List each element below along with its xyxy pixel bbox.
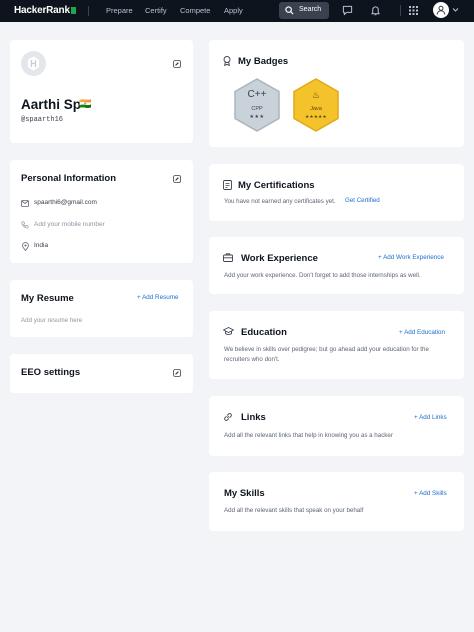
education-text: We believe in skills over pedigree; but …	[224, 346, 429, 363]
email-value: spaarthi6@gmail.com	[34, 199, 97, 206]
work-experience-title: Work Experience	[241, 253, 318, 264]
badge-java[interactable]: ♨ Java ★★★★★	[290, 77, 342, 133]
badge-cpp-symbol: C++	[247, 89, 267, 100]
links-title: Links	[241, 412, 266, 423]
location-pin-icon	[22, 242, 29, 251]
apps-grid-icon[interactable]	[409, 6, 418, 15]
profile-username: @spaarth16	[21, 116, 64, 124]
nav-divider	[88, 6, 89, 16]
user-icon	[436, 5, 446, 15]
phone-icon	[21, 221, 29, 229]
search-button[interactable]: Search	[279, 2, 329, 19]
eeo-settings-title: EEO settings	[21, 367, 81, 378]
work-experience-card: Work Experience + Add Work Experience Ad…	[209, 237, 464, 294]
personal-information-card: Personal Information spaarthi6@gmail.com…	[10, 160, 193, 263]
logo-mark	[70, 7, 76, 14]
education-title: Education	[241, 327, 287, 338]
badge-hexagon-cpp	[234, 78, 280, 132]
badge-medal-icon	[223, 56, 231, 66]
mobile-number-placeholder[interactable]: Add your mobile number	[34, 221, 105, 228]
badge-cpp-stars: ★★★	[249, 114, 265, 120]
country-flag: 🇮🇳	[79, 99, 92, 110]
personal-info-title: Personal Information	[21, 173, 117, 184]
messages-icon[interactable]	[342, 5, 353, 16]
hackerrank-avatar-icon	[28, 56, 39, 71]
briefcase-icon	[223, 253, 233, 262]
nav-apply[interactable]: Apply	[224, 6, 243, 15]
chevron-down-icon[interactable]	[452, 7, 459, 13]
badges-card: My Badges C++ CPP ★★★ ♨ Java ★★★★★	[209, 40, 464, 147]
search-icon	[285, 6, 294, 15]
certificate-icon	[223, 180, 232, 190]
navbar-divider	[400, 5, 401, 16]
email-icon	[21, 200, 29, 207]
badge-hexagon-java	[293, 78, 339, 132]
user-avatar-button[interactable]	[433, 2, 449, 18]
certifications-title: My Certifications	[238, 180, 315, 191]
links-card: Links + Add Links Add all the relevant l…	[209, 396, 464, 456]
badge-cpp[interactable]: C++ CPP ★★★	[231, 77, 283, 133]
add-education-link[interactable]: + Add Education	[399, 329, 445, 336]
link-chain-icon	[224, 413, 232, 421]
add-skills-link[interactable]: + Add Skills	[414, 490, 447, 497]
skills-text: Add all the relevant skills that speak o…	[224, 507, 364, 514]
skills-card: My Skills + Add Skills Add all the relev…	[209, 472, 464, 531]
education-card: Education + Add Education We believe in …	[209, 311, 464, 379]
get-certified-link[interactable]: Get Certified	[345, 197, 380, 204]
edit-personal-info-icon[interactable]	[173, 175, 181, 183]
badge-java-name: Java	[310, 106, 322, 112]
nav-prepare[interactable]: Prepare	[106, 6, 133, 15]
links-text: Add all the relevant links that help in …	[224, 432, 393, 439]
certifications-empty-text: You have not earned any certificates yet…	[224, 198, 336, 205]
profile-name: Aarthi Sp	[21, 97, 82, 112]
resume-card: My Resume + Add Resume Add your resume h…	[10, 280, 193, 337]
search-label: Search	[299, 6, 322, 13]
profile-avatar[interactable]	[21, 51, 46, 76]
logo-text: HackerRank	[14, 5, 70, 16]
nav-certify[interactable]: Certify	[145, 6, 167, 15]
badge-java-stars: ★★★★★	[305, 114, 327, 119]
eeo-settings-card[interactable]: EEO settings	[10, 354, 193, 393]
resume-placeholder: Add your resume here	[21, 317, 83, 324]
profile-card: Aarthi Sp 🇮🇳 @spaarth16	[10, 40, 193, 143]
add-links-link[interactable]: + Add Links	[414, 414, 447, 421]
edit-eeo-icon[interactable]	[173, 369, 181, 377]
certifications-card: My Certifications You have not earned an…	[209, 164, 464, 221]
add-work-experience-link[interactable]: + Add Work Experience	[378, 254, 444, 261]
graduation-cap-icon	[223, 327, 234, 335]
country-value: India	[34, 242, 49, 249]
java-cup-icon: ♨	[311, 90, 321, 100]
skills-title: My Skills	[224, 488, 265, 499]
hackerrank-logo[interactable]: HackerRank	[14, 5, 76, 16]
top-navbar: HackerRank Prepare Certify Compete Apply…	[0, 0, 474, 22]
add-resume-link[interactable]: + Add Resume	[137, 294, 178, 301]
resume-title: My Resume	[21, 293, 74, 304]
notification-bell-icon[interactable]	[370, 5, 381, 16]
nav-compete[interactable]: Compete	[180, 6, 210, 15]
badge-cpp-name: CPP	[251, 106, 263, 112]
edit-profile-icon[interactable]	[173, 60, 181, 68]
badges-title: My Badges	[238, 56, 289, 67]
work-experience-text: Add your work experience. Don't forget t…	[224, 272, 421, 279]
